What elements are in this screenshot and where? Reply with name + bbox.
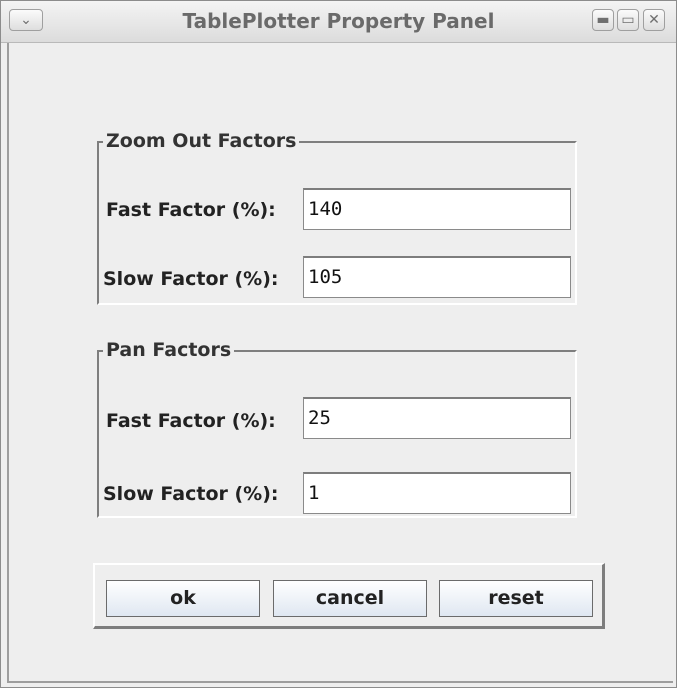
button-bar: ok cancel reset	[93, 563, 605, 629]
minimize-icon[interactable]: ▬	[592, 9, 614, 31]
zoom-out-factors-group: Zoom Out Factors Fast Factor (%): 140 Sl…	[97, 129, 577, 305]
pan-fast-factor-field[interactable]: 25	[303, 397, 571, 439]
title-bar[interactable]: ⌄ TablePlotter Property Panel ▬ ▭ ✕	[1, 1, 676, 43]
ok-button[interactable]: ok	[106, 580, 260, 617]
cancel-button[interactable]: cancel	[273, 580, 427, 617]
pan-factors-group: Pan Factors Fast Factor (%): 25 Slow Fac…	[97, 338, 577, 518]
zoom-fast-factor-label: Fast Factor (%):	[106, 199, 276, 221]
pan-fast-factor-label: Fast Factor (%):	[106, 410, 276, 432]
zoom-slow-factor-field[interactable]: 105	[303, 256, 571, 298]
zoom-out-factors-title: Zoom Out Factors	[103, 129, 300, 153]
reset-button[interactable]: reset	[439, 580, 593, 617]
window-title: TablePlotter Property Panel	[182, 9, 495, 33]
maximize-icon[interactable]: ▭	[617, 9, 639, 31]
zoom-fast-factor-field[interactable]: 140	[303, 188, 571, 230]
zoom-slow-factor-label: Slow Factor (%):	[103, 268, 279, 290]
pan-factors-title: Pan Factors	[103, 338, 235, 362]
panel-content: Zoom Out Factors Fast Factor (%): 140 Sl…	[7, 43, 673, 683]
close-icon[interactable]: ✕	[643, 9, 665, 31]
pan-slow-factor-field[interactable]: 1	[303, 472, 571, 514]
pan-slow-factor-label: Slow Factor (%):	[103, 483, 279, 505]
property-panel-window: ⌄ TablePlotter Property Panel ▬ ▭ ✕ Zoom…	[0, 0, 677, 688]
